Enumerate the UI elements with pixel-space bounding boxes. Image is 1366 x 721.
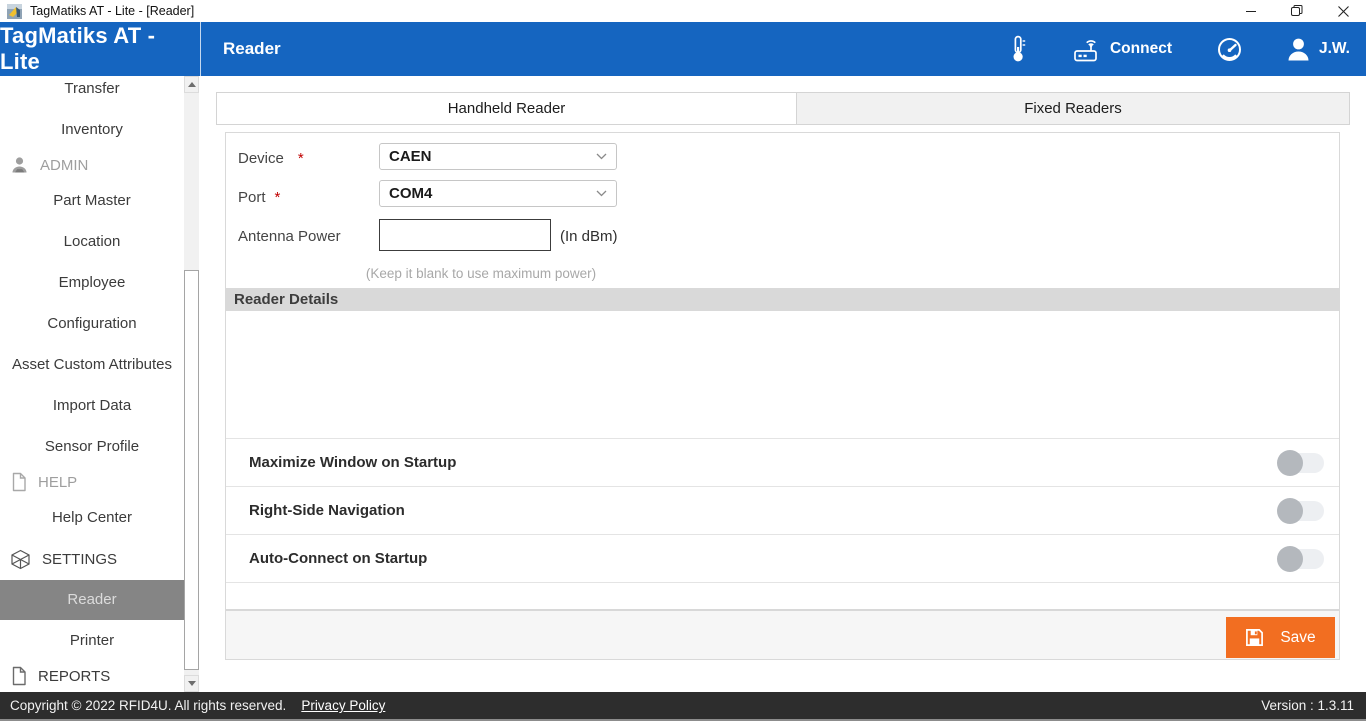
toggle-knob xyxy=(1277,498,1303,524)
thermometer-icon xyxy=(1010,35,1027,63)
app-header: TagMatiks AT - Lite Reader xyxy=(0,22,1366,76)
close-icon xyxy=(1338,6,1349,17)
minimize-button[interactable] xyxy=(1228,0,1274,22)
sidebar-item-help-center[interactable]: Help Center xyxy=(0,508,184,528)
scrollbar-thumb[interactable] xyxy=(184,270,199,670)
reader-details-header: Reader Details xyxy=(226,288,1339,311)
sidebar-item-reader[interactable]: Reader xyxy=(0,580,184,620)
user-menu[interactable]: J.W. xyxy=(1287,37,1350,61)
toggle-label: Right-Side Navigation xyxy=(249,502,405,519)
panel-footer: Save xyxy=(226,609,1339,659)
restore-button[interactable] xyxy=(1274,0,1320,22)
os-titlebar: TagMatiks AT - Lite - [Reader] xyxy=(0,0,1366,22)
sidebar-item-part-master[interactable]: Part Master xyxy=(0,191,184,211)
device-select-value: CAEN xyxy=(389,148,432,165)
toggle-row-right-side-nav: Right-Side Navigation xyxy=(226,486,1339,534)
toggle-knob xyxy=(1277,450,1303,476)
app-window: TagMatiks AT - Lite - [Reader] TagMatiks… xyxy=(0,0,1366,721)
tab-fixed-readers[interactable]: Fixed Readers xyxy=(797,93,1349,125)
chevron-down-icon xyxy=(596,190,607,197)
sidebar-section-settings[interactable]: SETTINGS xyxy=(0,548,184,570)
sidebar-section-label: SETTINGS xyxy=(42,551,117,568)
brand-logo[interactable]: TagMatiks AT - Lite xyxy=(0,22,201,76)
reports-document-icon xyxy=(10,666,27,686)
restore-icon xyxy=(1291,5,1303,17)
user-icon xyxy=(1287,37,1310,61)
privacy-policy-link[interactable]: Privacy Policy xyxy=(301,698,385,713)
sidebar-item-transfer[interactable]: Transfer xyxy=(0,79,184,99)
toggle-knob xyxy=(1277,546,1303,572)
sidebar-section-reports[interactable]: REPORTS xyxy=(0,665,184,687)
save-button[interactable]: Save xyxy=(1226,617,1335,658)
sidebar-item-configuration[interactable]: Configuration xyxy=(0,314,184,334)
sidebar-section-label: REPORTS xyxy=(38,668,110,685)
help-document-icon xyxy=(10,472,27,492)
antenna-power-label: Antenna Power xyxy=(238,228,341,245)
main-content: Handheld Reader Fixed Readers Device* CA… xyxy=(199,76,1366,692)
antenna-unit-label: (In dBm) xyxy=(560,228,618,245)
required-marker: * xyxy=(275,189,281,206)
app-footer: Copyright © 2022 RFID4U. All rights rese… xyxy=(0,692,1366,721)
auto-connect-on-startup-toggle[interactable] xyxy=(1278,549,1324,569)
scroll-down-icon xyxy=(188,681,196,686)
scroll-up-icon xyxy=(188,82,196,87)
save-button-label: Save xyxy=(1280,629,1315,647)
antenna-power-input[interactable] xyxy=(379,219,551,251)
device-select[interactable]: CAEN xyxy=(379,143,617,170)
reader-connect-icon xyxy=(1071,36,1101,63)
sidebar-item-sensor-profile[interactable]: Sensor Profile xyxy=(0,437,184,457)
sidebar: Transfer Inventory ADMIN Part Master Loc… xyxy=(0,76,184,692)
admin-person-icon xyxy=(10,156,29,175)
scroll-down-button[interactable] xyxy=(184,675,199,692)
settings-cube-icon xyxy=(10,549,31,570)
copyright-text: Copyright © 2022 RFID4U. All rights rese… xyxy=(10,698,286,713)
reader-tabs: Handheld Reader Fixed Readers xyxy=(216,92,1350,125)
chevron-down-icon xyxy=(596,153,607,160)
maximize-on-startup-toggle[interactable] xyxy=(1278,453,1324,473)
connect-label: Connect xyxy=(1110,40,1172,58)
app-icon xyxy=(7,4,22,19)
sidebar-section-help[interactable]: HELP xyxy=(0,471,184,493)
window-title: TagMatiks AT - Lite - [Reader] xyxy=(30,4,194,18)
sidebar-item-printer[interactable]: Printer xyxy=(0,631,184,651)
port-select[interactable]: COM4 xyxy=(379,180,617,207)
connect-button[interactable]: Connect xyxy=(1071,36,1172,63)
sidebar-section-label: ADMIN xyxy=(40,157,88,174)
page-title: Reader xyxy=(223,22,281,76)
sidebar-section-admin[interactable]: ADMIN xyxy=(0,154,184,176)
minimize-icon xyxy=(1246,6,1257,17)
gauge-icon xyxy=(1216,36,1243,63)
toggle-row-maximize: Maximize Window on Startup xyxy=(226,438,1339,486)
sidebar-scrollbar[interactable] xyxy=(184,76,199,692)
version-text: Version : 1.3.11 xyxy=(1261,698,1354,713)
toggle-label: Maximize Window on Startup xyxy=(249,454,456,471)
divider xyxy=(226,582,1339,583)
user-initials: J.W. xyxy=(1319,40,1350,58)
save-floppy-icon xyxy=(1245,628,1264,647)
device-label: Device* xyxy=(238,150,304,167)
antenna-hint: (Keep it blank to use maximum power) xyxy=(346,266,616,281)
sidebar-item-location[interactable]: Location xyxy=(0,232,184,252)
scroll-up-button[interactable] xyxy=(184,76,199,93)
toggle-label: Auto-Connect on Startup xyxy=(249,550,427,567)
sidebar-item-inventory[interactable]: Inventory xyxy=(0,120,184,140)
sidebar-item-asset-custom-attributes[interactable]: Asset Custom Attributes xyxy=(0,355,184,375)
required-marker: * xyxy=(298,150,304,167)
close-button[interactable] xyxy=(1320,0,1366,22)
port-label: Port* xyxy=(238,189,280,206)
port-select-value: COM4 xyxy=(389,185,432,202)
reader-settings-panel: Device* CAEN Port* COM4 Antenna Power xyxy=(225,132,1340,660)
gauge-button[interactable] xyxy=(1216,36,1243,63)
sidebar-item-import-data[interactable]: Import Data xyxy=(0,396,184,416)
right-side-navigation-toggle[interactable] xyxy=(1278,501,1324,521)
tab-handheld-reader[interactable]: Handheld Reader xyxy=(217,93,797,124)
toggle-row-auto-connect: Auto-Connect on Startup xyxy=(226,534,1339,582)
sidebar-item-employee[interactable]: Employee xyxy=(0,273,184,293)
thermometer-button[interactable] xyxy=(1010,35,1027,63)
sidebar-section-label: HELP xyxy=(38,474,77,491)
